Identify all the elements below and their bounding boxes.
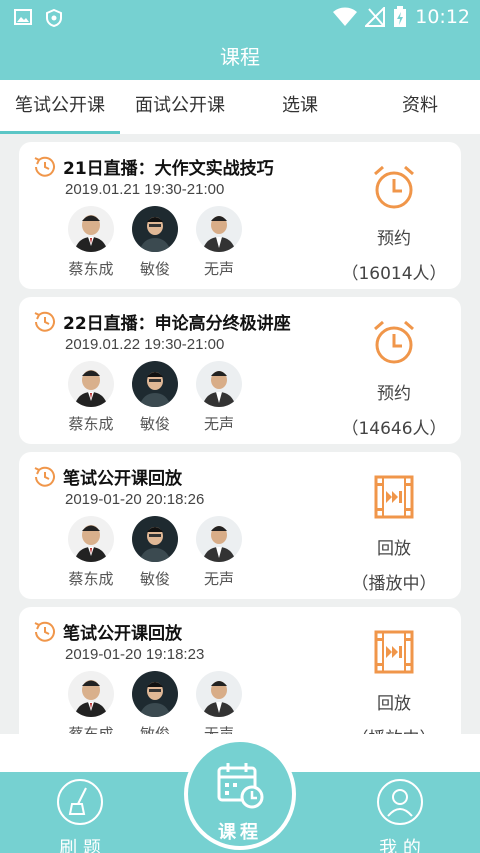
replay-button[interactable]: 回放 （播放中） [334, 629, 454, 734]
action-label: 预约 [377, 384, 411, 404]
action-count: （播放中） [351, 574, 437, 594]
replay-clock-icon [34, 621, 55, 642]
status-bar: 10:12 [0, 0, 480, 34]
tab-bar: 笔试公开课 面试公开课 选课 资料 [0, 80, 480, 134]
course-title: 笔试公开课回放 [63, 624, 182, 644]
avatar [196, 671, 242, 717]
tab-materials[interactable]: 资料 [360, 80, 480, 134]
avatar [68, 671, 114, 717]
teacher-name: 无声 [203, 725, 234, 734]
calendar-clock-icon [217, 763, 264, 809]
course-card[interactable]: 22日直播：申论高分终极讲座 2019.01.22 19:30-21:00 蔡东… [19, 297, 461, 444]
teacher[interactable]: 敏俊 [125, 206, 185, 279]
course-title: 22日直播：申论高分终极讲座 [63, 314, 291, 334]
teacher-name: 蔡东成 [68, 570, 114, 588]
shield-icon [46, 9, 62, 27]
avatar [196, 361, 242, 407]
course-time: 2019-01-20 20:18:26 [65, 491, 205, 508]
action-count: （播放中） [334, 724, 454, 734]
image-icon [14, 9, 32, 25]
teacher[interactable]: 蔡东成 [61, 671, 121, 734]
action-label: 回放 [377, 694, 411, 714]
nav-course[interactable]: 课程 [184, 738, 296, 850]
course-title: 笔试公开课回放 [63, 469, 182, 489]
teacher-name: 敏俊 [139, 570, 170, 588]
teacher[interactable]: 敏俊 [125, 361, 185, 434]
nav-practice[interactable]: 刷 题 [30, 778, 130, 853]
page-title: 课程 [0, 34, 480, 80]
replay-film-icon [374, 630, 414, 674]
avatar [132, 671, 178, 717]
reserve-button[interactable]: 预约 （14646人） [334, 319, 454, 439]
teacher[interactable]: 无声 [189, 516, 249, 589]
teacher-name: 敏俊 [139, 725, 170, 734]
tab-written-open-class[interactable]: 笔试公开课 [0, 80, 120, 134]
avatar [132, 516, 178, 562]
course-time: 2019-01-20 19:18:23 [65, 646, 205, 663]
teacher[interactable]: 蔡东成 [61, 361, 121, 434]
nav-practice-label: 刷 题 [59, 838, 101, 853]
user-icon [377, 779, 423, 825]
teacher-name: 无声 [203, 570, 234, 588]
teacher-name: 无声 [203, 415, 234, 433]
action-count: （16014人） [341, 264, 447, 284]
alarm-clock-icon [374, 320, 414, 364]
nav-mine-label: 我 的 [379, 838, 421, 853]
action-label: 预约 [377, 229, 411, 249]
teacher[interactable]: 蔡东成 [61, 516, 121, 589]
course-card[interactable]: 笔试公开课回放 2019-01-20 19:18:23 蔡东成 敏俊 无声 回放… [19, 607, 461, 734]
course-time: 2019.01.21 19:30-21:00 [65, 181, 225, 198]
teacher[interactable]: 蔡东成 [61, 206, 121, 279]
teacher[interactable]: 无声 [189, 361, 249, 434]
status-time: 10:12 [415, 6, 470, 28]
avatar [196, 516, 242, 562]
avatar [132, 206, 178, 252]
replay-clock-icon [34, 466, 55, 487]
nav-mine[interactable]: 我 的 [350, 778, 450, 853]
action-label: 回放 [377, 539, 411, 559]
brush-icon [57, 779, 103, 825]
replay-film-icon [374, 475, 414, 519]
replay-button[interactable]: 回放 （播放中） [334, 474, 454, 594]
teacher[interactable]: 无声 [189, 671, 249, 734]
course-card[interactable]: 笔试公开课回放 2019-01-20 20:18:26 蔡东成 敏俊 无声 回放… [19, 452, 461, 599]
battery-icon [394, 6, 407, 27]
course-time: 2019.01.22 19:30-21:00 [65, 336, 225, 353]
teacher-name: 蔡东成 [68, 725, 114, 734]
course-title: 21日直播：大作文实战技巧 [63, 159, 274, 179]
course-list[interactable]: 21日直播：大作文实战技巧 2019.01.21 19:30-21:00 蔡东成… [0, 134, 480, 734]
avatar [68, 361, 114, 407]
course-card[interactable]: 21日直播：大作文实战技巧 2019.01.21 19:30-21:00 蔡东成… [19, 142, 461, 289]
teacher-name: 无声 [203, 260, 234, 278]
teacher-name: 蔡东成 [68, 415, 114, 433]
avatar [68, 516, 114, 562]
avatar [68, 206, 114, 252]
alarm-clock-icon [374, 165, 414, 209]
reserve-button[interactable]: 预约 （16014人） [334, 164, 454, 284]
tab-interview-open-class[interactable]: 面试公开课 [120, 80, 240, 134]
avatar [196, 206, 242, 252]
replay-clock-icon [34, 156, 55, 177]
avatar [132, 361, 178, 407]
teacher-name: 蔡东成 [68, 260, 114, 278]
tab-select-course[interactable]: 选课 [240, 80, 360, 134]
teacher-name: 敏俊 [139, 415, 170, 433]
teacher[interactable]: 敏俊 [125, 516, 185, 589]
teacher[interactable]: 敏俊 [125, 671, 185, 734]
teacher-name: 敏俊 [139, 260, 170, 278]
signal-off-icon [365, 7, 386, 27]
replay-clock-icon [34, 311, 55, 332]
wifi-icon [333, 7, 358, 26]
teacher[interactable]: 无声 [189, 206, 249, 279]
action-count: （14646人） [341, 419, 447, 439]
nav-course-label: 课程 [218, 822, 262, 843]
